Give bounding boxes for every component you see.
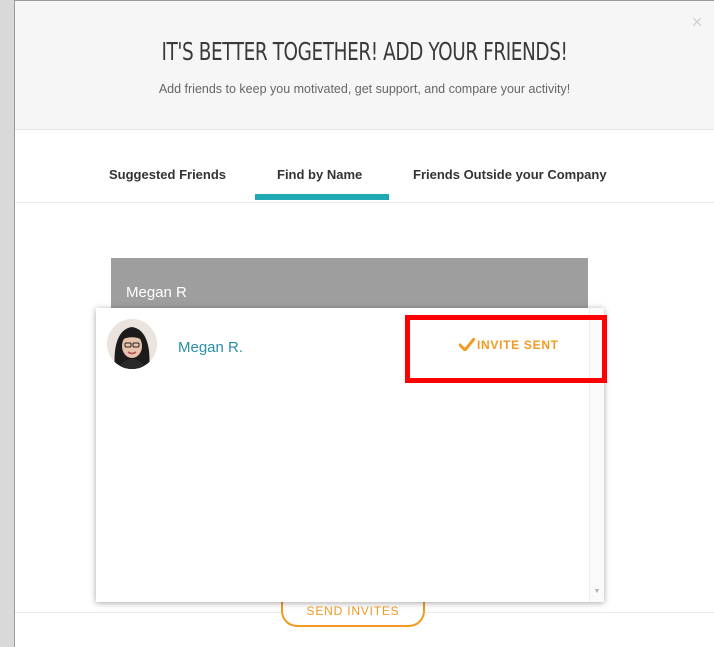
- invite-sent-label: INVITE SENT: [477, 338, 559, 352]
- tab-find-by-name[interactable]: Find by Name: [277, 167, 362, 182]
- send-invites-button[interactable]: SEND INVITES: [281, 599, 425, 627]
- avatar: [107, 319, 157, 369]
- result-name[interactable]: Megan R.: [178, 339, 243, 356]
- tab-suggested-friends[interactable]: Suggested Friends: [109, 167, 226, 182]
- tab-friends-outside-company[interactable]: Friends Outside your Company: [413, 167, 607, 182]
- modal-title: IT'S BETTER TOGETHER! ADD YOUR FRIENDS!: [161, 37, 568, 66]
- check-icon: [458, 337, 476, 354]
- search-input[interactable]: [111, 258, 588, 310]
- invite-sent-status: INVITE SENT: [458, 337, 559, 354]
- modal-subtitle: Add friends to keep you motivated, get s…: [158, 82, 571, 96]
- close-icon[interactable]: ×: [690, 13, 704, 31]
- list-item[interactable]: Megan R. INVITE SENT: [96, 308, 586, 380]
- scroll-up-icon[interactable]: ▲: [590, 312, 604, 324]
- search-results-dropdown: Megan R. INVITE SENT ▲ ▼: [96, 308, 604, 602]
- avatar-image: [107, 319, 157, 369]
- active-tab-indicator: [255, 194, 389, 200]
- modal-header: × IT'S BETTER TOGETHER! ADD YOUR FRIENDS…: [15, 1, 714, 130]
- friend-tabs: Suggested Friends Find by Name Friends O…: [15, 130, 714, 203]
- results-scrollbar[interactable]: ▲ ▼: [589, 308, 604, 602]
- scroll-down-icon[interactable]: ▼: [590, 586, 604, 598]
